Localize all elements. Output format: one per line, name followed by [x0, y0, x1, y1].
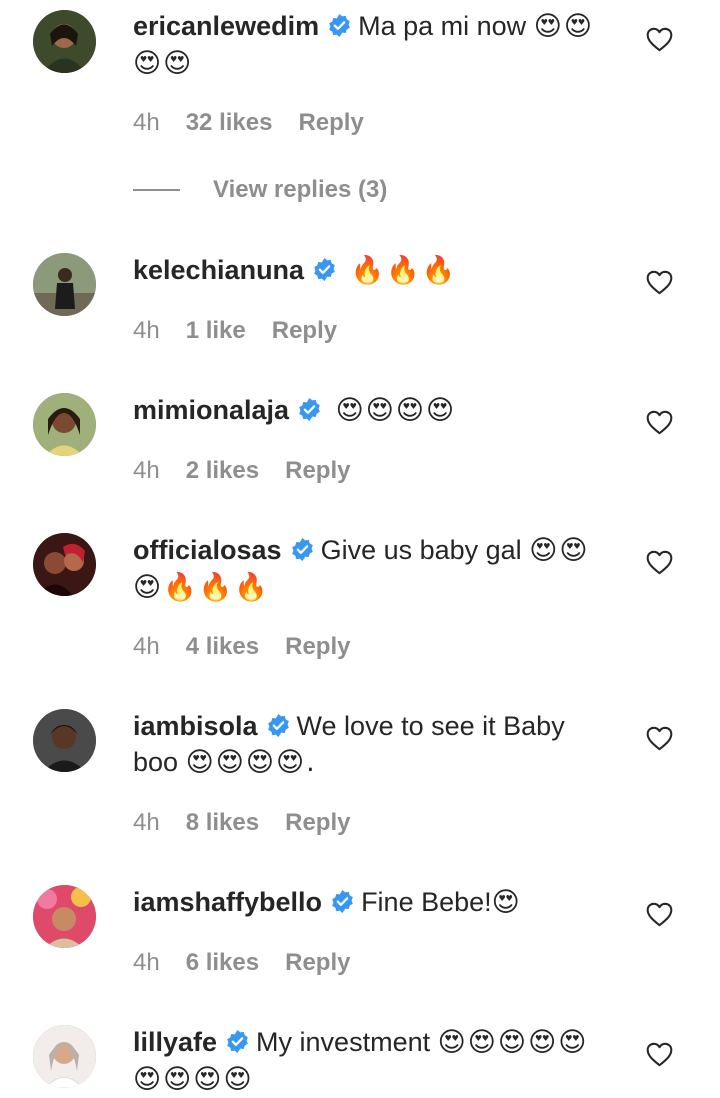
verified-badge-icon — [297, 397, 322, 422]
heart-outline-icon[interactable] — [646, 726, 673, 751]
comment-text: Ma pa mi now — [358, 11, 527, 41]
verified-badge-icon — [290, 537, 315, 562]
comment-time: 4h — [133, 949, 160, 976]
comment-time: 4h — [133, 809, 160, 836]
verified-badge-icon — [266, 713, 291, 738]
avatar[interactable] — [33, 10, 96, 73]
comment-username[interactable]: mimionalaja — [133, 395, 289, 425]
comment-likes[interactable]: 32 likes — [186, 109, 273, 136]
comment-time: 4h — [133, 109, 160, 136]
comment-body: ericanlewedim Ma pa mi now 😍😍😍😍 — [133, 8, 613, 82]
avatar[interactable] — [33, 709, 96, 772]
comment-likes[interactable]: 6 likes — [186, 949, 259, 976]
reply-button[interactable]: Reply — [285, 457, 350, 484]
comment-emoji: 😍😍😍😍. — [185, 747, 317, 778]
avatar[interactable] — [33, 393, 96, 456]
avatar[interactable] — [33, 533, 96, 596]
comment-emoji: 😍 — [491, 887, 522, 918]
reply-button[interactable]: Reply — [285, 809, 350, 836]
comment-username[interactable]: iamshaffybello — [133, 887, 322, 917]
comment-body: mimionalaja 😍😍😍😍 — [133, 392, 613, 429]
avatar[interactable] — [33, 1025, 96, 1088]
divider-line — [133, 189, 180, 191]
comment-username[interactable]: iambisola — [133, 711, 258, 741]
reply-button[interactable]: Reply — [285, 949, 350, 976]
verified-badge-icon — [327, 13, 352, 38]
view-replies-button[interactable]: View replies (3) — [133, 175, 387, 205]
comment-username[interactable]: officialosas — [133, 535, 282, 565]
comment-likes[interactable]: 2 likes — [186, 457, 259, 484]
heart-outline-icon[interactable] — [646, 1042, 673, 1067]
comment-emoji: 🔥🔥🔥 — [350, 255, 458, 286]
comment-time: 4h — [133, 633, 160, 660]
comment-username[interactable]: ericanlewedim — [133, 11, 319, 41]
comment-username[interactable]: lillyafe — [133, 1027, 217, 1057]
reply-button[interactable]: Reply — [272, 317, 337, 344]
comment-meta: 4h 8 likes Reply — [133, 808, 350, 838]
comment-meta: 4h 2 likes Reply — [133, 456, 350, 486]
comment-username[interactable]: kelechianuna — [133, 255, 304, 285]
comment-text: My investment — [256, 1027, 431, 1057]
comment-likes[interactable]: 4 likes — [186, 633, 259, 660]
comment-meta: 4h 6 likes Reply — [133, 948, 350, 978]
reply-button[interactable]: Reply — [298, 109, 363, 136]
comment-body: iamshaffybello Fine Bebe!😍 — [133, 884, 613, 921]
comment-meta: 4h 4 likes Reply — [133, 632, 350, 662]
verified-badge-icon — [225, 1029, 250, 1054]
comment-likes[interactable]: 8 likes — [186, 809, 259, 836]
comment-body: officialosas Give us baby gal 😍😍😍🔥🔥🔥 — [133, 532, 613, 606]
heart-outline-icon[interactable] — [646, 27, 673, 52]
comment-meta: 4h 32 likes Reply — [133, 108, 364, 138]
comment-body: lillyafe My investment 😍😍😍😍😍😍😍😍😍 — [133, 1024, 613, 1098]
verified-badge-icon — [330, 889, 355, 914]
heart-outline-icon[interactable] — [646, 270, 673, 295]
comment-body: iambisola We love to see it Baby boo 😍😍😍😍… — [133, 708, 613, 781]
heart-outline-icon[interactable] — [646, 902, 673, 927]
comment-body: kelechianuna 🔥🔥🔥 — [133, 252, 613, 289]
avatar[interactable] — [33, 253, 96, 316]
verified-badge-icon — [312, 257, 337, 282]
comment-text: Give us baby gal — [320, 535, 522, 565]
comment-time: 4h — [133, 457, 160, 484]
heart-outline-icon[interactable] — [646, 410, 673, 435]
view-replies-label[interactable]: View replies (3) — [213, 176, 387, 204]
comment-likes[interactable]: 1 like — [186, 317, 246, 344]
comment-meta: 4h 1 like Reply — [133, 316, 337, 346]
reply-button[interactable]: Reply — [285, 633, 350, 660]
comment-emoji: 😍😍😍😍 — [335, 395, 457, 426]
comment-time: 4h — [133, 317, 160, 344]
avatar[interactable] — [33, 885, 96, 948]
comment-text: Fine Bebe! — [361, 887, 492, 917]
heart-outline-icon[interactable] — [646, 550, 673, 575]
